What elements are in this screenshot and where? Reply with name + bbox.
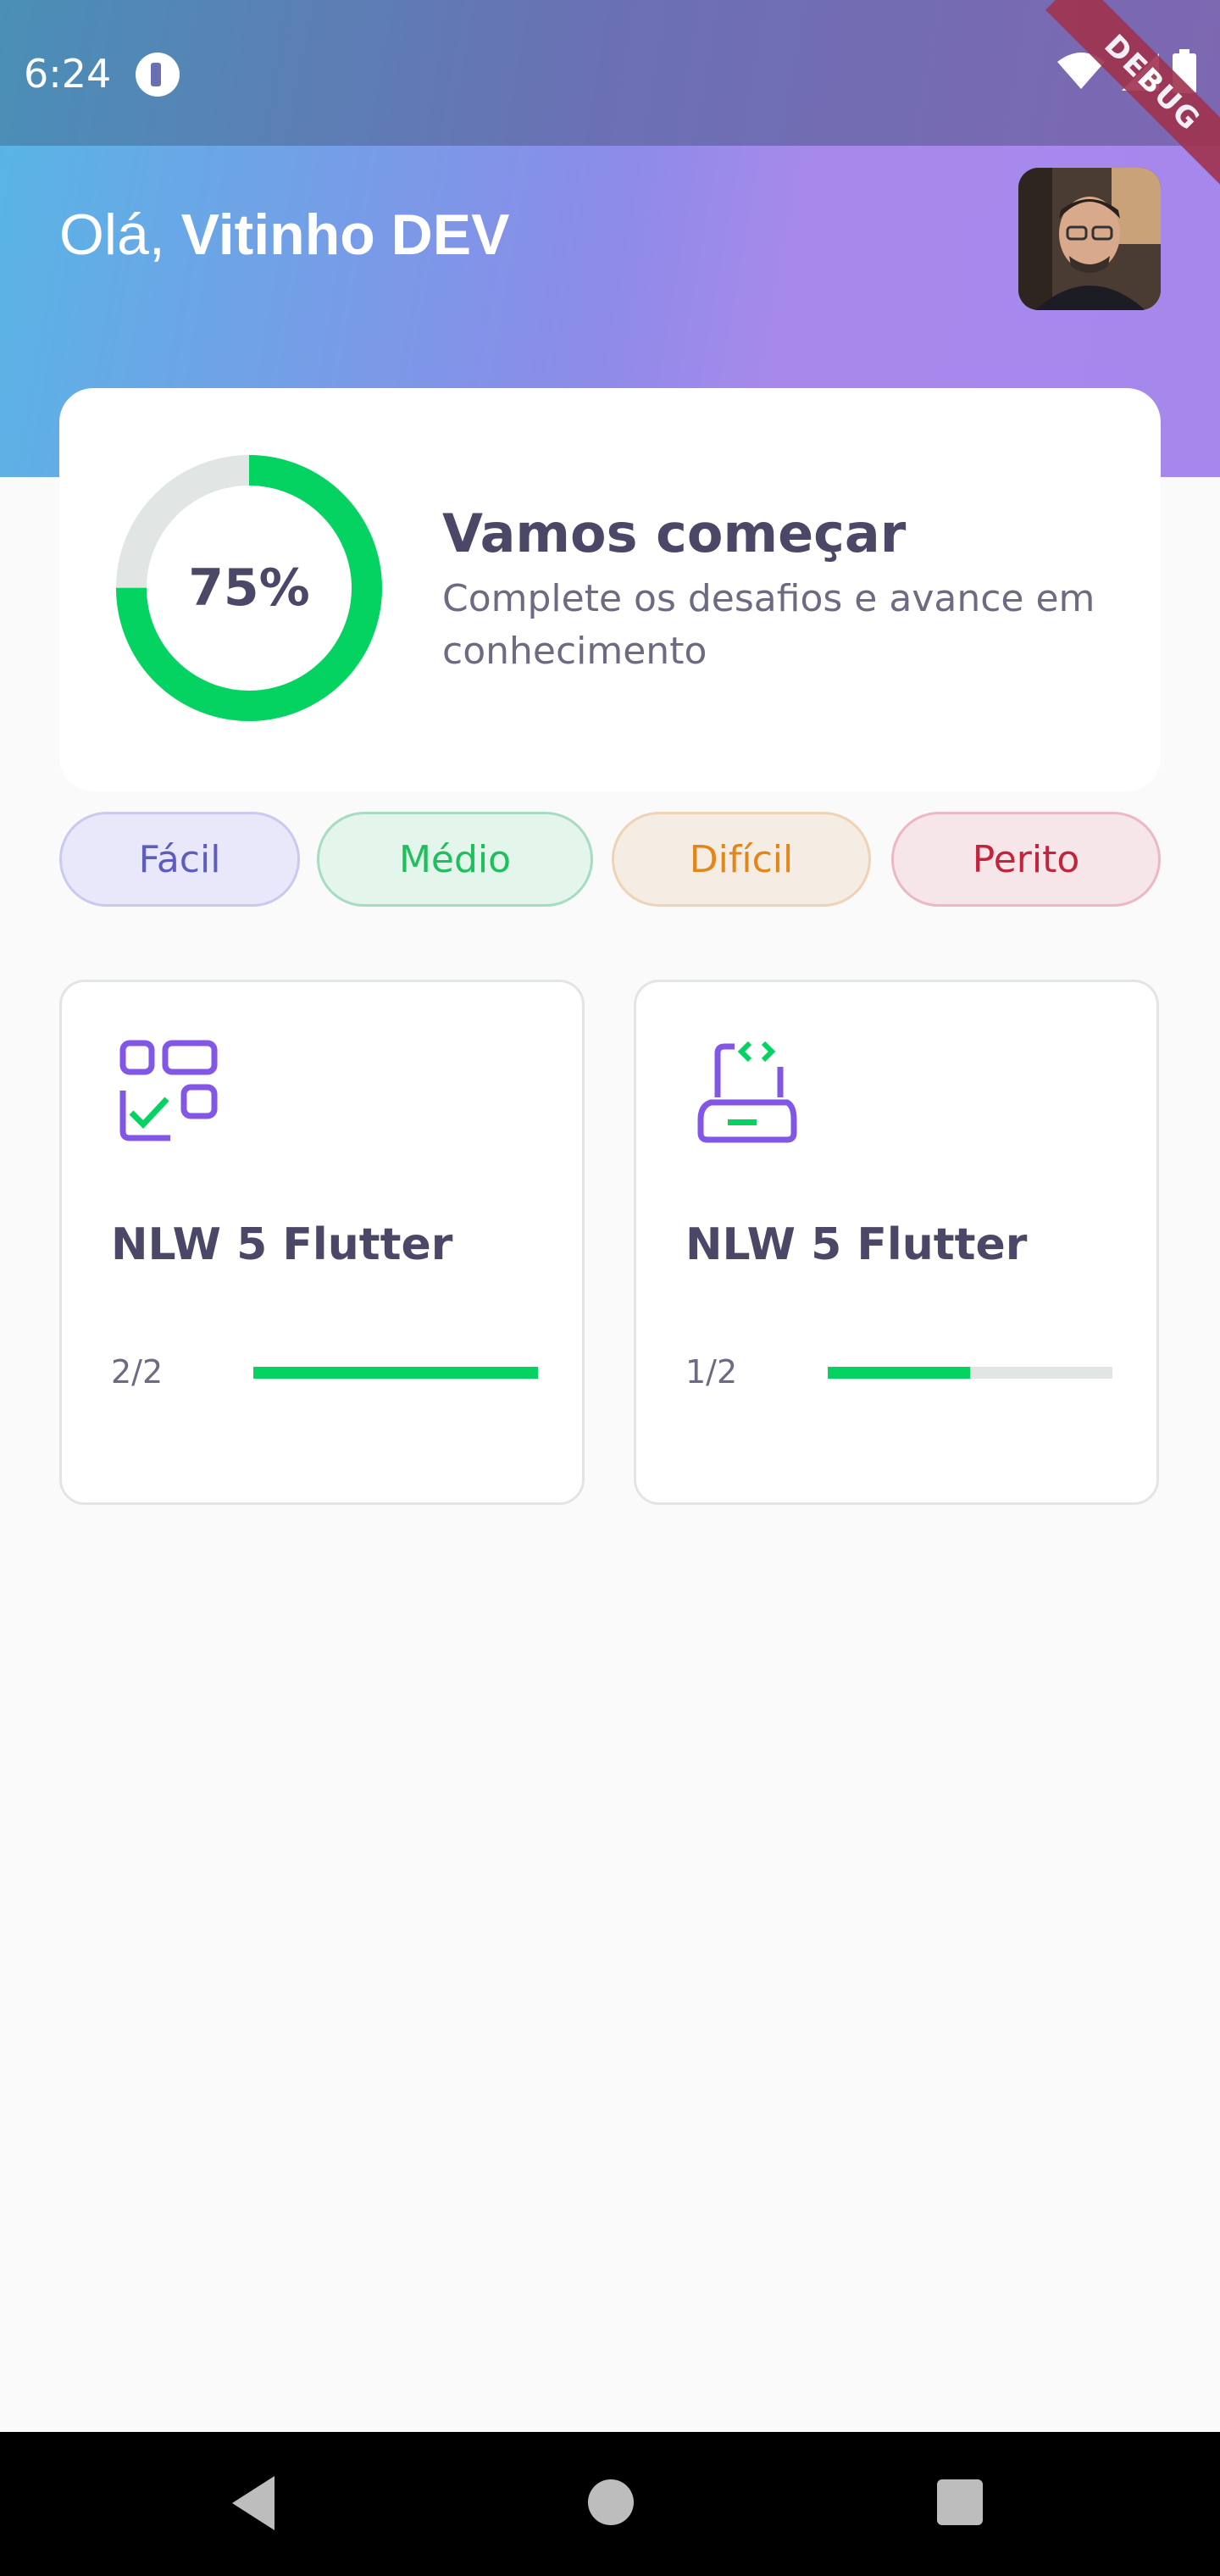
greeting: Olá, Vitinho DEV [59, 202, 510, 268]
quiz-progress-fill [253, 1367, 538, 1379]
quiz-card[interactable]: NLW 5 Flutter 2/2 [59, 980, 585, 1505]
avatar-photo [1018, 168, 1161, 310]
quiz-progress-bar [253, 1367, 538, 1379]
greeting-prefix: Olá, [59, 203, 181, 267]
app-notification-icon [136, 53, 180, 97]
system-nav-bar [0, 2432, 1220, 2576]
quiz-progress-fill [828, 1367, 970, 1379]
score-card: 75% Vamos começar Complete os desafios e… [59, 388, 1161, 791]
level-chip-dificil[interactable]: Difícil [612, 812, 871, 907]
user-name: Vitinho DEV [180, 203, 510, 267]
back-icon[interactable] [232, 2476, 274, 2530]
level-chip-medio[interactable]: Médio [317, 812, 593, 907]
quiz-title: NLW 5 Flutter [685, 1219, 1028, 1270]
level-filter: Fácil Médio Difícil Perito [59, 812, 1161, 907]
quiz-progress-label: 1/2 [685, 1353, 738, 1391]
quiz-card[interactable]: NLW 5 Flutter 1/2 [634, 980, 1159, 1505]
status-bar: 6:24 DEBUG [0, 0, 1220, 190]
blocks-icon [119, 1040, 218, 1141]
home-icon[interactable] [588, 2479, 634, 2525]
level-chip-facil[interactable]: Fácil [59, 812, 300, 907]
quiz-progress-bar [828, 1367, 1112, 1379]
laptop-code-icon [697, 1041, 797, 1143]
score-subtitle: Complete os desafios e avance em conheci… [442, 577, 1095, 673]
progress-percent: 75% [188, 558, 310, 618]
score-title: Vamos começar [442, 502, 907, 564]
quiz-title: NLW 5 Flutter [111, 1219, 453, 1270]
recents-icon[interactable] [937, 2479, 983, 2525]
level-chip-perito[interactable]: Perito [891, 812, 1161, 907]
quiz-progress-label: 2/2 [111, 1353, 164, 1391]
avatar[interactable] [1018, 168, 1161, 310]
status-time: 6:24 [24, 51, 112, 97]
